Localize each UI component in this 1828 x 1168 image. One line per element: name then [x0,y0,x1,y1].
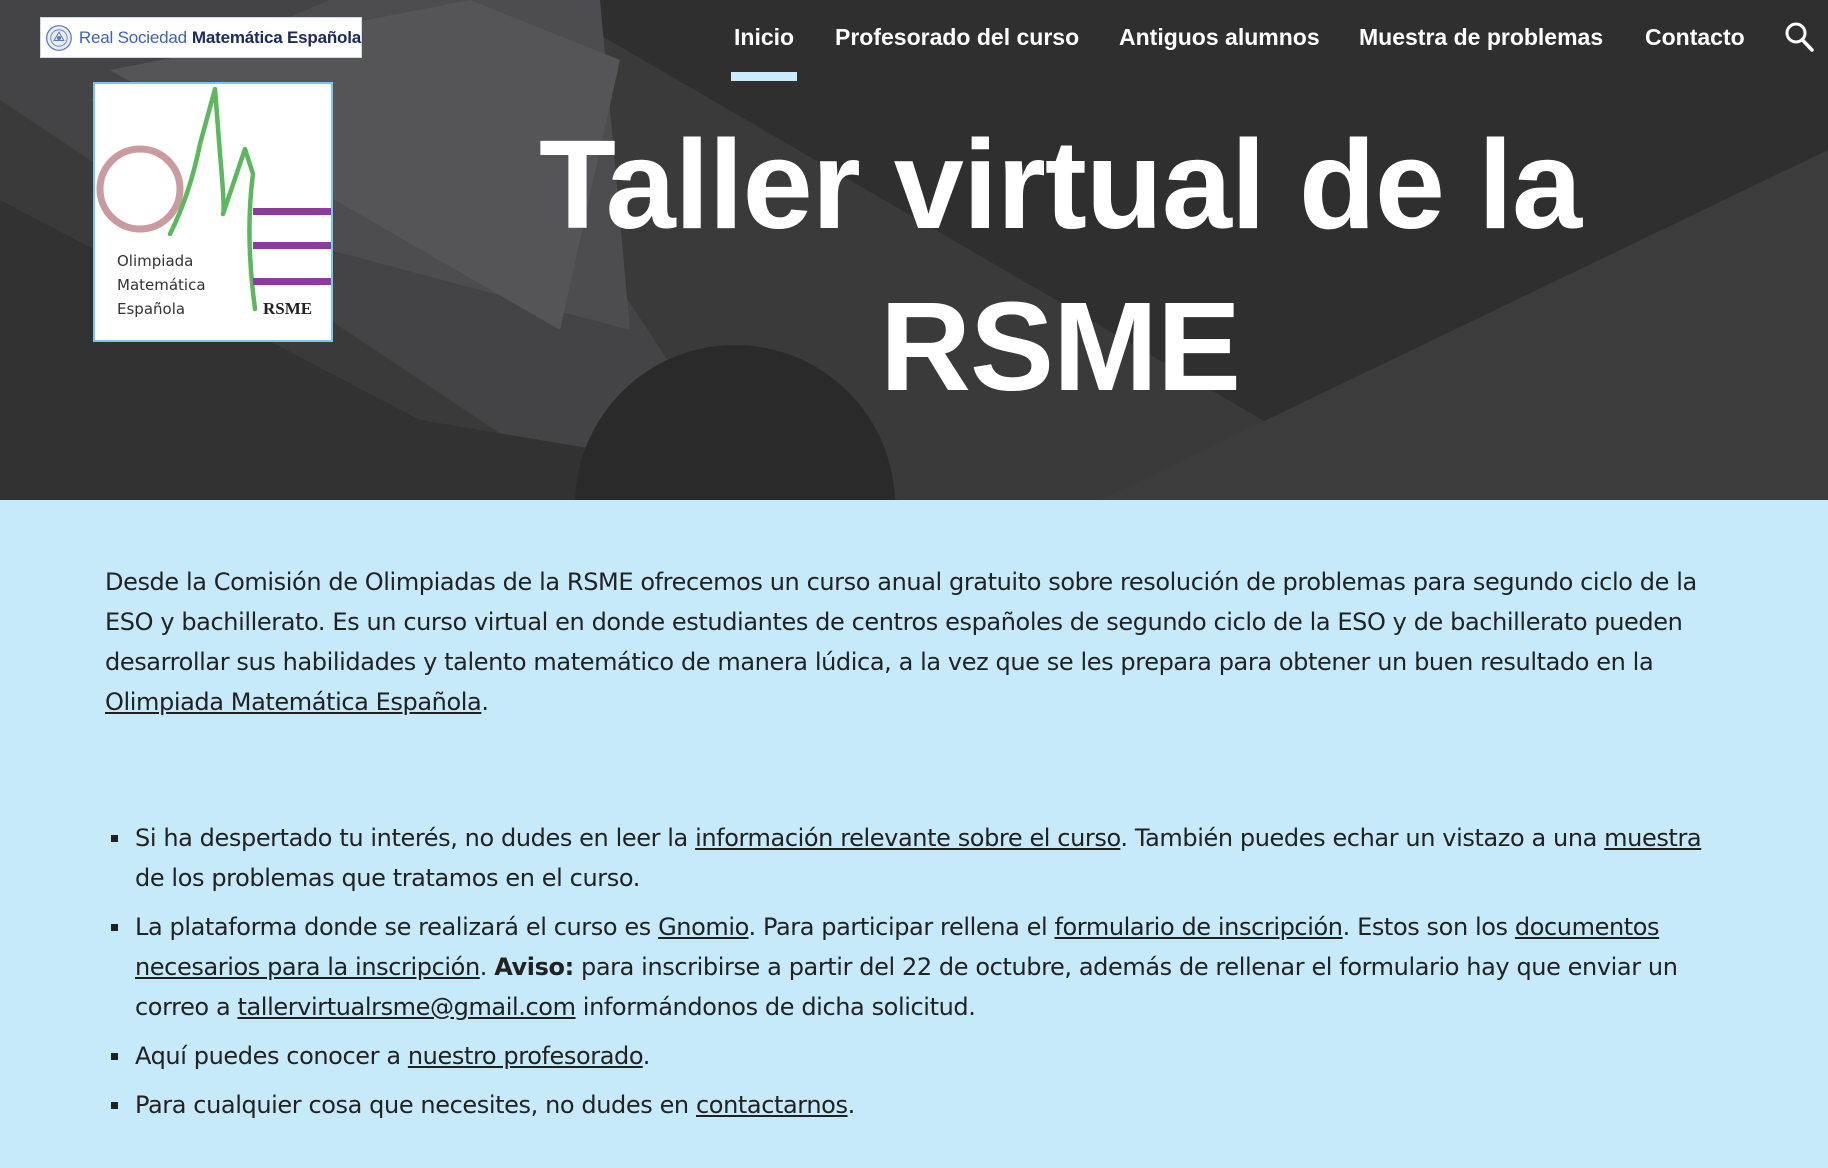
text: informándonos de dicha solicitud. [575,993,976,1021]
page-title-line-2: RSME [879,276,1241,417]
nav-item-inicio[interactable]: Inicio [730,20,798,81]
page-title: Taller virtual de la RSME [520,104,1600,428]
ome-rsme-badge: Olimpiada Matemática Española RSME [93,82,333,342]
top-navigation-bar: Real Sociedad Matemática Española Inicio … [0,0,1828,81]
ome-logo-graphic: Olimpiada Matemática Española RSME [96,86,331,318]
search-icon [1785,22,1814,52]
text: . [479,953,495,981]
search-button[interactable] [1784,20,1816,54]
link-profesorado[interactable]: nuestro profesorado [408,1042,643,1070]
text: . Para participar rellena el [748,913,1055,941]
notice-label: Aviso: [494,953,574,981]
badge-line-2: Matemática [117,276,206,294]
link-email[interactable]: tallervirtualrsme@gmail.com [237,993,575,1021]
badge-line-3: Española [117,300,185,318]
link-contactarnos[interactable]: contactarnos [696,1091,848,1119]
text: . También puedes echar un vistazo a una [1120,824,1605,852]
info-list: Si ha despertado tu interés, no dudes en… [105,818,1735,1134]
text: . [642,1042,651,1070]
link-formulario-inscripcion[interactable]: formulario de inscripción [1054,913,1343,941]
hero-banner: Real Sociedad Matemática Española Inicio … [0,0,1828,500]
main-content: Desde la Comisión de Olimpiadas de la RS… [105,562,1735,1119]
text: de los problemas que tratamos en el curs… [135,864,640,892]
page-title-line-1: Taller virtual de la [538,114,1582,255]
nav-item-muestra-problemas[interactable]: Muestra de problemas [1359,20,1603,62]
text: Si ha despertado tu interés, no dudes en… [135,824,696,852]
list-item: La plataforma donde se realizará el curs… [105,907,1735,1027]
nav-item-profesorado[interactable]: Profesorado del curso [835,20,1079,62]
link-olimpiada[interactable]: Olimpiada Matemática Española [105,688,482,716]
list-item: Para cualquier cosa que necesites, no du… [105,1085,1735,1125]
badge-line-1: Olimpiada [117,252,193,270]
text: . [847,1091,856,1119]
text: . Estos son los [1342,913,1515,941]
intro-text: Desde la Comisión de Olimpiadas de la RS… [105,568,1697,676]
intro-paragraph: Desde la Comisión de Olimpiadas de la RS… [105,562,1735,722]
main-nav: Inicio Profesorado del curso Antiguos al… [0,0,1828,81]
nav-item-antiguos-alumnos[interactable]: Antiguos alumnos [1119,20,1320,62]
intro-end: . [481,688,489,716]
list-item: Si ha despertado tu interés, no dudes en… [105,818,1735,898]
badge-tag: RSME [263,299,312,318]
link-informacion-curso[interactable]: información relevante sobre el curso [695,824,1121,852]
text: La plataforma donde se realizará el curs… [135,913,659,941]
nav-item-contacto[interactable]: Contacto [1645,20,1745,62]
list-item: Aquí puedes conocer a nuestro profesorad… [105,1036,1735,1076]
link-gnomio[interactable]: Gnomio [658,913,749,941]
link-muestra[interactable]: muestra [1604,824,1701,852]
text: Aquí puedes conocer a [135,1042,408,1070]
text: Para cualquier cosa que necesites, no du… [135,1091,696,1119]
